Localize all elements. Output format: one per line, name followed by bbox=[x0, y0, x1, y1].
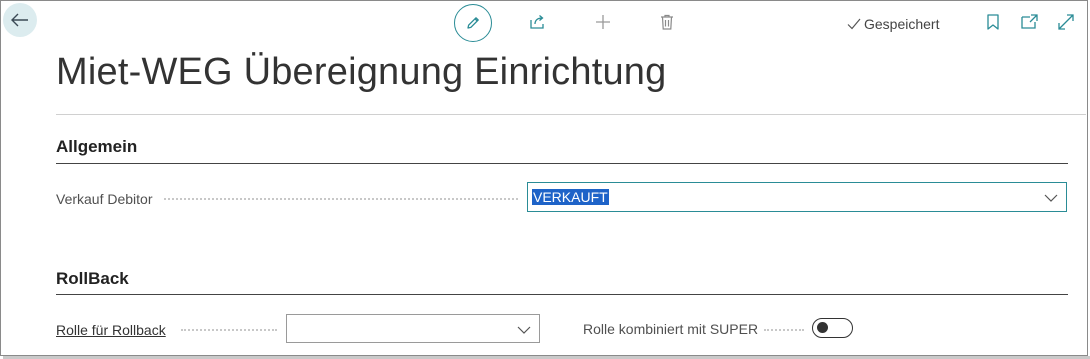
section-divider-rollback bbox=[56, 294, 1068, 295]
verkauf-debitor-value[interactable]: VERKAUFT bbox=[532, 189, 609, 205]
edit-button[interactable] bbox=[454, 4, 492, 42]
saved-label: Gespeichert bbox=[864, 16, 940, 32]
toggle-knob bbox=[817, 322, 828, 333]
verkauf-debitor-select[interactable]: VERKAUFT bbox=[527, 182, 1067, 212]
bookmark-icon bbox=[987, 14, 999, 30]
chevron-down-icon[interactable] bbox=[517, 323, 531, 337]
expand-icon bbox=[1058, 14, 1074, 30]
saved-status: Gespeichert bbox=[847, 14, 939, 34]
open-in-new-window-icon bbox=[1021, 14, 1038, 29]
arrow-left-icon bbox=[11, 13, 28, 27]
field-label-rolle-fuer-rollback[interactable]: Rolle für Rollback bbox=[56, 322, 166, 338]
rolle-kombiniert-super-toggle[interactable] bbox=[812, 318, 853, 338]
rolle-fuer-rollback-select[interactable] bbox=[286, 314, 540, 343]
field-label-verkauf-debitor: Verkauf Debitor bbox=[56, 191, 153, 207]
section-divider-allgemein bbox=[56, 163, 1068, 164]
title-divider bbox=[56, 114, 1086, 115]
checkmark-icon bbox=[847, 18, 861, 30]
plus-icon bbox=[596, 15, 610, 29]
page-frame: Gespeichert Miet-WEG Übereignung Einrich… bbox=[0, 0, 1090, 359]
share-icon bbox=[530, 15, 544, 29]
field-leader-dots bbox=[764, 329, 804, 331]
chevron-down-icon[interactable] bbox=[1044, 191, 1058, 205]
page-title: Miet-WEG Übereignung Einrichtung bbox=[56, 51, 667, 93]
share-button[interactable] bbox=[526, 10, 550, 34]
add-button[interactable] bbox=[591, 10, 615, 34]
field-leader-dots bbox=[164, 198, 518, 200]
expand-button[interactable] bbox=[1055, 11, 1077, 33]
field-label-rolle-kombiniert-super: Rolle kombiniert mit SUPER bbox=[583, 321, 759, 337]
pencil-icon bbox=[467, 17, 479, 29]
delete-button[interactable] bbox=[655, 10, 679, 34]
open-in-new-window-button[interactable] bbox=[1019, 11, 1041, 33]
trash-icon bbox=[661, 14, 673, 30]
bookmark-button[interactable] bbox=[983, 11, 1003, 33]
section-title-rollback[interactable]: RollBack bbox=[56, 269, 129, 289]
section-title-allgemein[interactable]: Allgemein bbox=[56, 137, 137, 157]
field-leader-dots bbox=[181, 329, 277, 331]
back-button[interactable] bbox=[3, 3, 37, 37]
